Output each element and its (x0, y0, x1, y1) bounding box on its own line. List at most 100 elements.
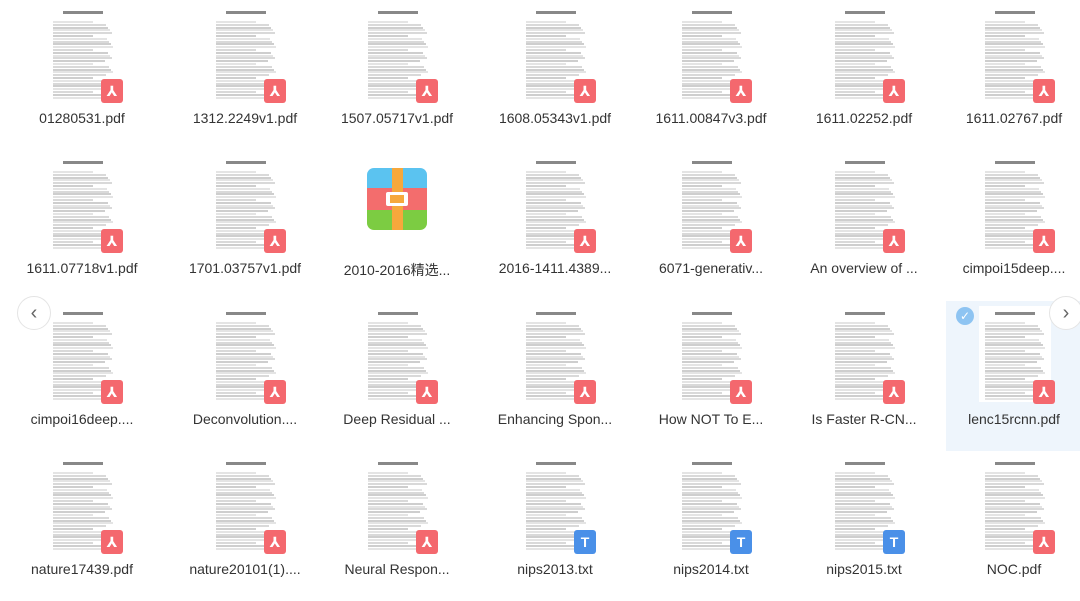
file-name: Enhancing Spon... (497, 411, 613, 427)
file-thumbnail: ⅄ (210, 155, 286, 253)
pdf-icon: ⅄ (101, 229, 123, 253)
file-thumbnail: T (829, 456, 905, 554)
pdf-icon: ⅄ (730, 380, 752, 404)
file-item[interactable]: ⅄ How NOT To E... (643, 301, 779, 451)
file-item[interactable]: ⅄ 1608.05343v1.pdf (487, 0, 623, 150)
pdf-icon: ⅄ (883, 79, 905, 103)
pdf-icon: ⅄ (264, 530, 286, 554)
pdf-icon: ⅄ (264, 380, 286, 404)
file-item[interactable]: ⅄ 2016-1411.4389... (487, 150, 623, 300)
file-name: 1611.02767.pdf (965, 110, 1063, 126)
file-name: nips2014.txt (673, 561, 749, 577)
file-item[interactable]: ⅄ 1701.03757v1.pdf (177, 150, 313, 300)
pdf-icon: ⅄ (416, 530, 438, 554)
file-item[interactable]: Tnips2015.txt (796, 451, 932, 601)
file-name: 1608.05343v1.pdf (498, 110, 612, 126)
file-thumbnail: ⅄ (47, 5, 123, 103)
file-item[interactable]: ⅄ An overview of ... (796, 150, 932, 300)
file-name: 2010-2016精选... (343, 262, 451, 278)
file-item[interactable]: 2010-2016精选... (329, 150, 465, 300)
file-item[interactable]: Tnips2014.txt (643, 451, 779, 601)
file-thumbnail: ⅄ (676, 155, 752, 253)
checkmark-icon[interactable]: ✓ (956, 307, 974, 325)
file-name: Is Faster R-CN... (811, 411, 917, 427)
pdf-icon: ⅄ (101, 530, 123, 554)
file-item[interactable]: ⅄ Deep Residual ... (329, 301, 465, 451)
file-item[interactable]: Tnips2013.txt (487, 451, 623, 601)
file-name: cimpoi16deep.... (30, 411, 134, 427)
chevron-left-icon: ‹ (30, 302, 38, 324)
file-name: 1611.00847v3.pdf (655, 110, 767, 126)
pdf-icon: ⅄ (264, 229, 286, 253)
file-name: lenc15rcnn.pdf (968, 411, 1060, 427)
file-name: nature20101(1).... (189, 561, 301, 577)
file-name: 1611.07718v1.pdf (26, 260, 138, 276)
file-item[interactable]: ⅄ 1611.02767.pdf (946, 0, 1080, 150)
file-item[interactable]: ⅄ nature20101(1).... (177, 451, 313, 601)
file-name: 1701.03757v1.pdf (188, 260, 302, 276)
file-thumbnail: ⅄ (979, 306, 1055, 404)
txt-icon: T (574, 530, 596, 554)
file-item[interactable]: ⅄ 1507.05717v1.pdf (329, 0, 465, 150)
file-thumbnail: ⅄ (47, 306, 123, 404)
file-item[interactable]: ⅄ Enhancing Spon... (487, 301, 623, 451)
file-thumbnail: ⅄ (210, 5, 286, 103)
pdf-icon: ⅄ (416, 380, 438, 404)
file-name: Neural Respon... (344, 561, 450, 577)
pdf-icon: ⅄ (1033, 79, 1055, 103)
next-page-button[interactable]: › (1049, 296, 1080, 330)
file-thumbnail: ⅄ (676, 306, 752, 404)
file-thumbnail: ⅄ (520, 5, 596, 103)
txt-icon: T (883, 530, 905, 554)
file-thumbnail: ⅄ (979, 5, 1055, 103)
prev-page-button[interactable]: ‹ (17, 296, 51, 330)
file-thumbnail: ⅄ (362, 306, 438, 404)
file-thumbnail: ⅄ (979, 456, 1055, 554)
file-name: 1312.2249v1.pdf (192, 110, 298, 126)
pdf-icon: ⅄ (730, 229, 752, 253)
file-thumbnail: ⅄ (210, 306, 286, 404)
file-thumbnail: ⅄ (676, 5, 752, 103)
file-name: Deep Residual ... (343, 411, 451, 427)
file-thumbnail: ⅄ (47, 155, 123, 253)
file-thumbnail: ⅄ (47, 456, 123, 554)
file-item[interactable]: ⅄ 1611.07718v1.pdf (14, 150, 150, 300)
file-thumbnail: ⅄ (362, 5, 438, 103)
file-thumbnail: ⅄ (210, 456, 286, 554)
file-name: An overview of ... (810, 260, 918, 276)
file-thumbnail: ⅄ (520, 306, 596, 404)
file-item[interactable]: ⅄ 01280531.pdf (14, 0, 150, 150)
file-item[interactable]: ⅄ 1312.2249v1.pdf (177, 0, 313, 150)
file-thumbnail: ⅄ (520, 155, 596, 253)
file-item[interactable]: ⅄ NOC.pdf (946, 451, 1080, 601)
file-name: 1507.05717v1.pdf (340, 110, 454, 126)
pdf-icon: ⅄ (883, 380, 905, 404)
file-item[interactable]: ⅄ nature17439.pdf (14, 451, 150, 601)
file-item[interactable]: ⅄ 6071-generativ... (643, 150, 779, 300)
file-name: 2016-1411.4389... (498, 260, 612, 276)
file-item[interactable]: ⅄ cimpoi15deep.... (946, 150, 1080, 300)
pdf-icon: ⅄ (101, 380, 123, 404)
pdf-icon: ⅄ (101, 79, 123, 103)
pdf-icon: ⅄ (1033, 380, 1055, 404)
file-name: nips2013.txt (517, 561, 593, 577)
file-thumbnail: T (520, 456, 596, 554)
file-thumbnail: ⅄ (829, 155, 905, 253)
file-item[interactable]: ⅄ Neural Respon... (329, 451, 465, 601)
pdf-icon: ⅄ (574, 380, 596, 404)
file-name: How NOT To E... (658, 411, 764, 427)
file-item[interactable]: ⅄ 1611.00847v3.pdf (643, 0, 779, 150)
pdf-icon: ⅄ (416, 79, 438, 103)
file-thumbnail: T (676, 456, 752, 554)
pdf-icon: ⅄ (574, 79, 596, 103)
file-name: Deconvolution.... (192, 411, 298, 427)
file-item[interactable]: ⅄ Deconvolution.... (177, 301, 313, 451)
file-item[interactable]: ⅄ Is Faster R-CN... (796, 301, 932, 451)
file-name: nips2015.txt (826, 561, 902, 577)
pdf-icon: ⅄ (574, 229, 596, 253)
pdf-icon: ⅄ (1033, 530, 1055, 554)
file-thumbnail: ⅄ (829, 5, 905, 103)
file-name: nature17439.pdf (31, 561, 133, 577)
file-thumbnail: ⅄ (362, 456, 438, 554)
file-item[interactable]: ⅄ 1611.02252.pdf (796, 0, 932, 150)
